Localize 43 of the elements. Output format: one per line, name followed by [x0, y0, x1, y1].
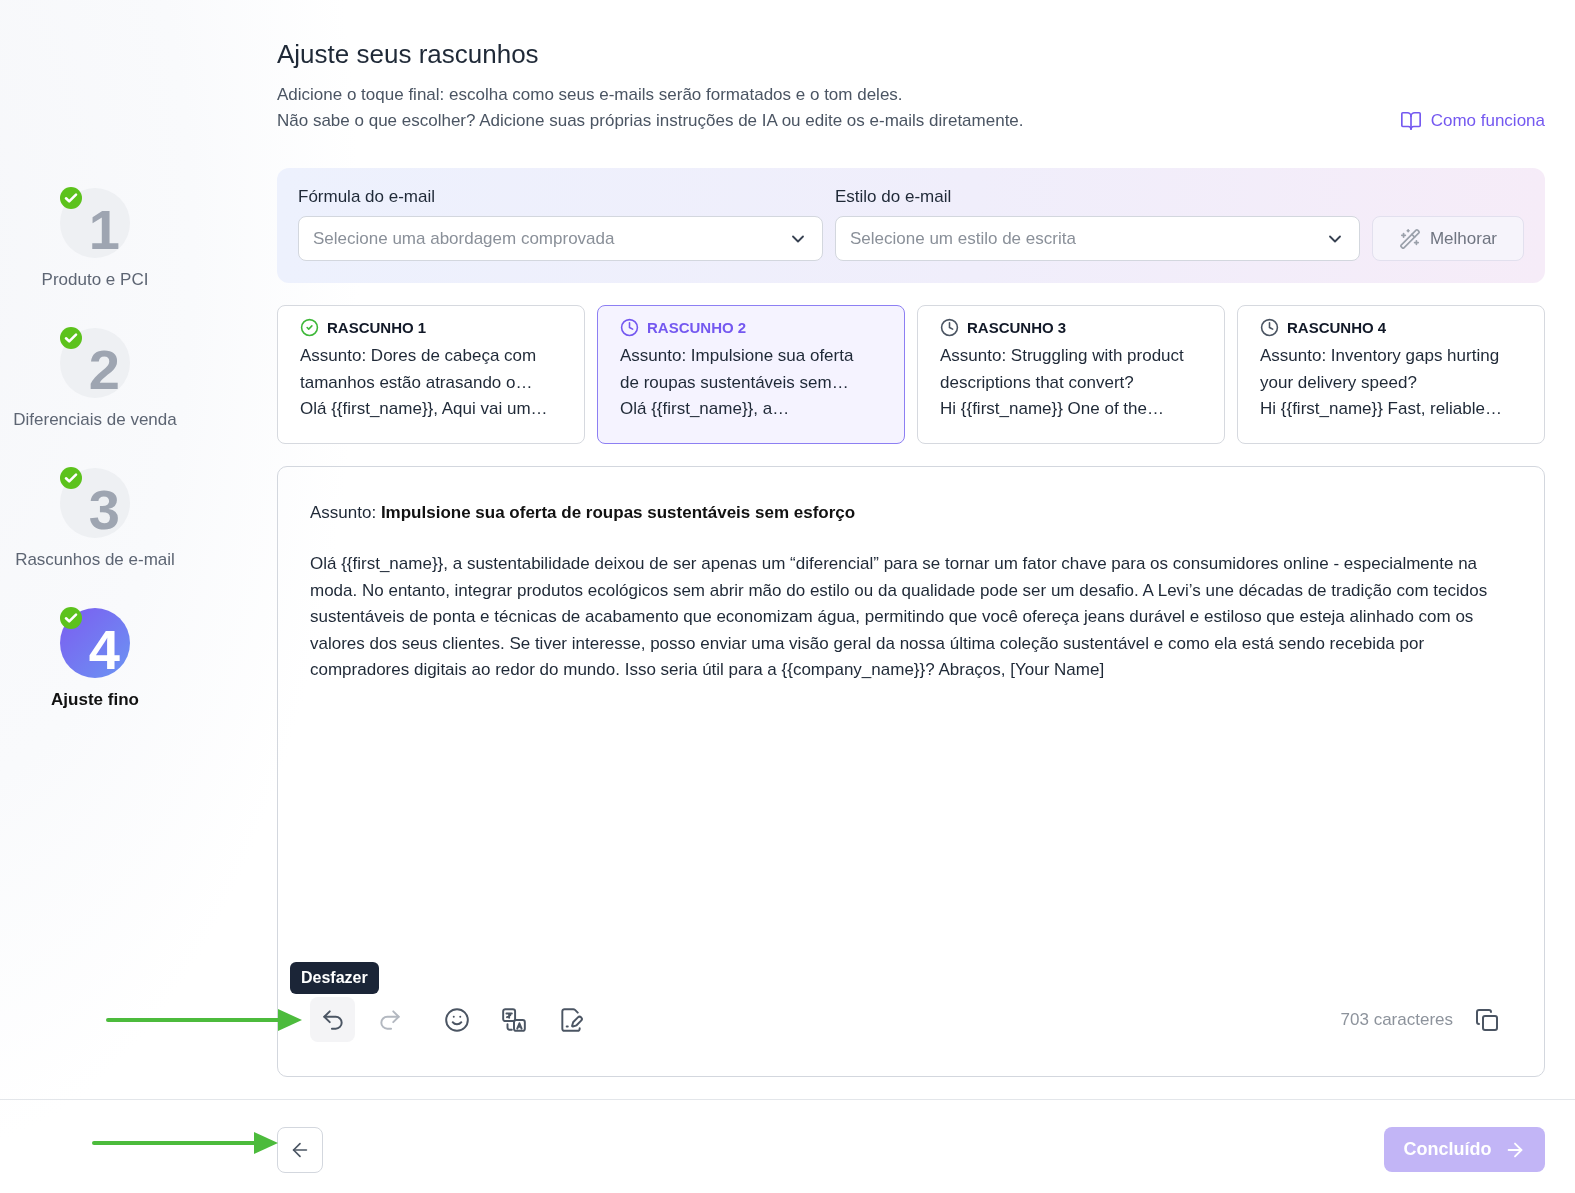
draft-card[interactable]: RASCUNHO 4 Assunto: Inventory gaps hurting your delivery speed? Hi {{first_name}} Fast, reliable… — [1237, 305, 1545, 444]
translate-icon — [500, 1006, 527, 1033]
style-select[interactable]: Selecione um estilo de escrita — [835, 216, 1360, 261]
copy-icon — [1475, 1007, 1499, 1032]
step-number: 4 — [88, 622, 120, 678]
draft-preview: Olá {{first_name}}, Aqui vai um… — [300, 398, 549, 420]
draft-card[interactable]: RASCUNHO 2 Assunto: Impulsione sua oferta de roupas sustentáveis sem… Olá {{first_name}}, a… — [597, 305, 905, 444]
step-circle[interactable]: 4 — [60, 608, 130, 678]
character-count: 703 caracteres — [1340, 1009, 1453, 1030]
draft-card[interactable]: RASCUNHO 3 Assunto: Struggling with product descriptions that convert? Hi {{first_name}} One of the… — [917, 305, 1225, 444]
step-number: 2 — [88, 342, 120, 398]
draft-subject: Assunto: Dores de cabeça com tamanhos estão atrasando o… — [300, 345, 538, 394]
draft-subject: Assunto: Impulsione sua oferta de roupas sustentáveis sem… — [620, 345, 855, 394]
step-label: Diferenciais de venda — [13, 410, 177, 430]
draft-title: RASCUNHO 4 — [1287, 318, 1387, 336]
step-label: Rascunhos de e-mail — [15, 550, 175, 570]
email-body-text[interactable]: Olá {{first_name}}, a sustentabilidade deixou de ser apenas um “diferencial” para se tornar um fator chave para os consumidores online - especialmente na moda. No entanto, integrar produtos ecológicos sem abrir mão do estilo ou da qualidade pode ser um desafio. A Levi’s une décadas de tradição com tecidos sustentáveis de ponta e técnicas de acabamento que economizam água, permitindo que você ofereça jeans durável e estiloso que esteja alinhado com os valores dos seus clientes. Se tiver interesse, posso enviar uma visão geral da nossa última coleção sustentável e como ela está sendo recebida por compradores digitais ao redor do mundo. Isso seria útil para a {{company_name}}? Abraços, [Your Name] — [310, 551, 1509, 684]
draft-preview: Hi {{first_name}} Fast, reliable… — [1260, 398, 1503, 420]
smiley-icon — [443, 1006, 470, 1033]
draft-preview: Hi {{first_name}} One of the… — [940, 398, 1165, 420]
page-title: Ajuste seus rascunhos — [277, 38, 540, 70]
draft-title: RASCUNHO 2 — [647, 318, 747, 336]
field-label: Estilo do e-mail — [835, 186, 953, 208]
draft-preview: Olá {{first_name}}, a… — [620, 398, 791, 420]
magic-wand-icon — [1398, 227, 1421, 250]
field-label: Fórmula do e-mail — [298, 186, 436, 208]
approach-select[interactable]: Selecione uma abordagem comprovada — [298, 216, 823, 261]
intro-text: Não sabe o que escolher? Adicione suas próprias instruções de IA ou edite os e-mails diretamente. — [277, 110, 1024, 132]
back-button[interactable] — [277, 1127, 323, 1173]
draft-title: RASCUNHO 1 — [327, 318, 427, 336]
help-link[interactable]: Como funciona — [1399, 108, 1545, 134]
draft-subject: Assunto: Struggling with product descriptions that convert? — [940, 345, 1185, 394]
step-label: Ajuste fino — [51, 690, 139, 710]
step-number: 1 — [88, 202, 120, 258]
step-label: Produto e PCI — [41, 270, 149, 290]
tooltip: Desfazer — [290, 962, 379, 994]
draft-subject: Assunto: Inventory gaps hurting your delivery speed? — [1260, 345, 1501, 394]
step-number: 3 — [88, 482, 120, 538]
draft-card[interactable]: RASCUNHO 1 Assunto: Dores de cabeça com tamanhos estão atrasando o… Olá {{first_name}}, Aqui vai um… — [277, 305, 585, 444]
intro-text: Adicione o toque final: escolha como seus e-mails serão formatados e o tom deles. — [277, 84, 904, 106]
subject-line[interactable]: Assunto: Impulsione sua oferta de roupas sustentáveis sem esforço — [310, 502, 1509, 524]
draft-title: RASCUNHO 3 — [967, 318, 1067, 336]
book-icon — [1399, 110, 1422, 132]
